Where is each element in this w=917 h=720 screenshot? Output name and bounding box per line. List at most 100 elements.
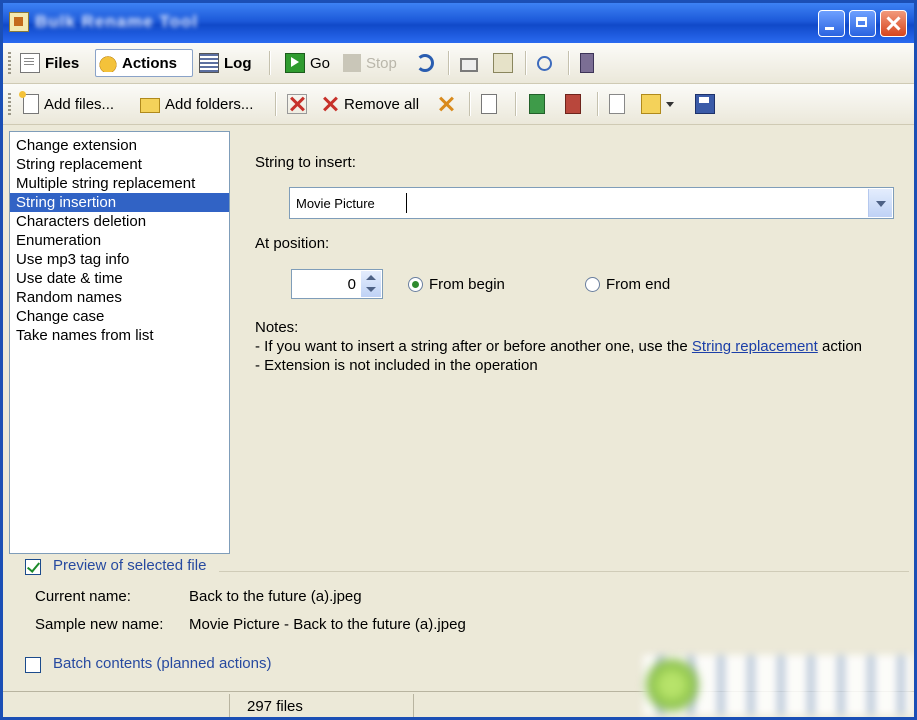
move-down-button[interactable] [565, 90, 581, 118]
status-divider [413, 694, 414, 717]
folder-icon [140, 98, 160, 113]
toolbar-separator [269, 51, 271, 75]
action-item[interactable]: Change case [10, 307, 229, 326]
title-bar[interactable]: Bulk Rename Tool [3, 3, 914, 43]
action-item[interactable]: String insertion [10, 193, 229, 212]
move-up-button[interactable] [529, 90, 545, 118]
toolbar-separator [469, 92, 471, 116]
tab-files[interactable]: Files [20, 49, 79, 77]
files-icon [20, 53, 40, 73]
actions-list[interactable]: Change extension String replacement Multip… [9, 131, 230, 554]
action-item[interactable]: Change extension [10, 136, 229, 155]
add-files-button[interactable]: Add files... [19, 90, 115, 118]
print-icon [460, 58, 478, 72]
app-window: Bulk Rename Tool Files Actions Log Go St… [0, 0, 917, 720]
action-item[interactable]: String replacement [10, 155, 229, 174]
from-end-radio[interactable]: From end [585, 276, 670, 293]
string-to-insert-combo[interactable]: Movie Picture [289, 187, 894, 219]
note-line-2: - Extension is not included in the opera… [255, 357, 538, 374]
sample-new-name-value: Movie Picture - Back to the future (a).j… [189, 616, 466, 633]
current-name-value: Back to the future (a).jpeg [189, 588, 362, 605]
move-up-icon [529, 94, 545, 114]
toolbar-grip[interactable] [8, 52, 11, 74]
status-divider [229, 694, 230, 717]
string-to-insert-value: Movie Picture [296, 196, 375, 211]
from-begin-radio[interactable]: From begin [408, 276, 505, 293]
action-item[interactable]: Use date & time [10, 269, 229, 288]
toolbar-separator [275, 92, 277, 116]
find-button[interactable] [537, 49, 552, 77]
from-begin-label: From begin [429, 276, 505, 293]
preview-checkbox[interactable] [25, 559, 41, 575]
save-button[interactable] [695, 90, 715, 118]
string-to-insert-label: String to insert: [255, 154, 356, 171]
tab-actions[interactable]: Actions [95, 49, 193, 77]
toolbar-separator [568, 51, 570, 75]
remove-all-icon [321, 95, 339, 113]
main-toolbar: Files Actions Log Go Stop [3, 43, 914, 84]
open-list-button[interactable] [641, 90, 674, 118]
toolbar-grip[interactable] [8, 93, 11, 115]
go-button[interactable]: Go [285, 49, 330, 77]
action-item[interactable]: Characters deletion [10, 212, 229, 231]
remove-all-button[interactable]: Remove all [321, 90, 419, 118]
position-spinner[interactable]: 0 [291, 269, 383, 299]
tab-files-label: Files [45, 54, 80, 72]
minimize-icon [819, 11, 844, 36]
move-down-icon [565, 94, 581, 114]
stop-label: Stop [366, 54, 397, 72]
action-item[interactable]: Enumeration [10, 231, 229, 250]
properties-button[interactable] [481, 90, 497, 118]
tab-actions-label: Actions [122, 54, 178, 72]
action-item[interactable]: Random names [10, 288, 229, 307]
current-name-label: Current name: [35, 588, 131, 605]
toolbar-separator [597, 92, 599, 116]
sample-new-name-label: Sample new name: [35, 616, 164, 633]
spinner-arrows[interactable] [361, 271, 381, 297]
go-label: Go [310, 54, 331, 72]
edit-button[interactable] [493, 49, 513, 77]
toolbar-separator [515, 92, 517, 116]
add-folders-button[interactable]: Add folders... [140, 90, 253, 118]
preview-title: Preview of selected file [53, 557, 207, 574]
document-icon [481, 94, 497, 114]
combo-dropdown-button[interactable] [868, 189, 892, 217]
close-icon [881, 11, 906, 36]
notes-label: Notes: [255, 319, 299, 336]
print-button[interactable] [460, 49, 478, 77]
text-caret [406, 193, 407, 213]
tab-log-label: Log [224, 54, 252, 72]
window-title: Bulk Rename Tool [35, 12, 199, 31]
exit-icon [580, 53, 594, 73]
action-item[interactable]: Multiple string replacement [10, 174, 229, 193]
undo-button[interactable] [416, 49, 434, 77]
files-toolbar: Add files... Add folders... Remove all [3, 84, 914, 125]
go-icon [285, 53, 305, 73]
chevron-down-icon[interactable] [666, 101, 674, 107]
note-line-1: - If you want to insert a string after o… [255, 338, 862, 355]
action-item[interactable]: Use mp3 tag info [10, 250, 229, 269]
from-end-label: From end [606, 276, 671, 293]
stop-icon [343, 54, 361, 72]
maximize-button[interactable] [849, 10, 876, 37]
string-insertion-panel: String to insert: Movie Picture At posit… [235, 131, 911, 554]
batch-checkbox[interactable] [25, 657, 41, 673]
remove-filtered-button[interactable] [437, 90, 455, 118]
minimize-button[interactable] [818, 10, 845, 37]
close-button[interactable] [880, 10, 907, 37]
add-files-label: Add files... [44, 95, 115, 113]
exit-button[interactable] [580, 49, 594, 77]
stop-button[interactable]: Stop [343, 49, 397, 77]
maximize-icon [850, 11, 875, 36]
string-replacement-link[interactable]: String replacement [692, 338, 818, 355]
remove-selected-icon [287, 94, 307, 114]
watermark-logo-icon [646, 659, 698, 711]
toolbar-separator [525, 51, 527, 75]
new-list-button[interactable] [609, 90, 625, 118]
edit-icon [493, 53, 513, 73]
remove-selected-button[interactable] [287, 90, 307, 118]
action-item[interactable]: Take names from list [10, 326, 229, 345]
remove-filtered-icon [437, 95, 455, 113]
tab-log[interactable]: Log [199, 49, 252, 77]
search-icon [537, 55, 552, 71]
